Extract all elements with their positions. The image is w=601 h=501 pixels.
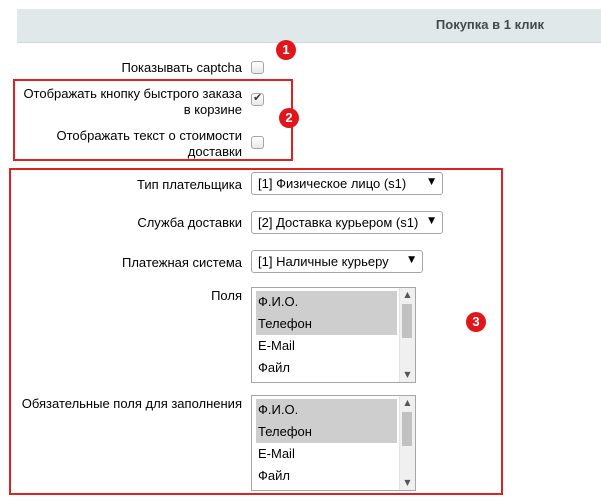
- section-header: Покупка в 1 клик: [17, 9, 601, 43]
- section-title: Покупка в 1 клик: [435, 17, 544, 32]
- annotation-badge-1: 1: [276, 40, 296, 60]
- annotation-box-2: [13, 79, 293, 161]
- annotation-badge-3: 3: [466, 312, 486, 332]
- captcha-label: Показывать captcha: [121, 60, 242, 75]
- annotation-box-3: [9, 168, 503, 495]
- captcha-checkbox[interactable]: [251, 61, 264, 74]
- annotation-badge-2: 2: [279, 108, 299, 128]
